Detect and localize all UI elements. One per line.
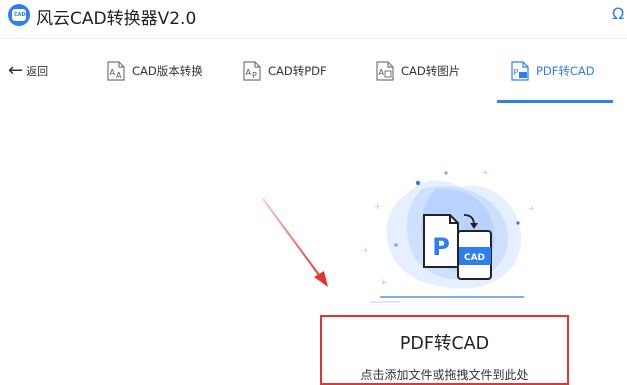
svg-text:A: A [110,68,116,77]
back-button[interactable]: ← 返回 [8,61,48,81]
drop-zone-hint: 点击添加文件或拖拽文件到此处 [360,368,529,382]
svg-text:+: + [380,278,388,288]
title-bar: CAD 风云CAD转换器V2.0 Ω [0,0,627,36]
svg-text:A: A [246,68,252,77]
svg-text:+: + [362,246,369,255]
tab-pdf-to-cad[interactable]: P PDF转CAD [510,59,595,83]
pdf-to-cad-illustration: + + + + + CAD P [362,168,535,303]
tab-cad-to-pdf[interactable]: A P CAD转PDF [242,59,327,83]
cad-version-icon: A A [107,61,125,81]
app-logo: CAD [8,4,30,26]
tab-cad-version-label: CAD版本转换 [132,64,203,78]
svg-text:P: P [252,71,257,80]
main-content: + + + + + CAD P PDF转CAD 点击添加文件或拖拽文件到此处 [0,103,627,385]
back-arrow-icon: ← [8,60,24,81]
tab-cad-to-image[interactable]: A CAD转图片 [375,59,460,83]
tab-cad-version[interactable]: A A CAD版本转换 [106,59,203,83]
tab-pdf-to-cad-label: PDF转CAD [536,64,595,78]
cad-to-image-icon: A [376,61,394,81]
svg-text:+: + [528,204,535,213]
illustration-pdf-letter: P [432,233,450,261]
svg-text:+: + [374,202,382,212]
tab-cad-to-image-label: CAD转图片 [401,64,461,78]
back-label: 返回 [26,65,49,78]
app-logo-text: CAD [14,12,26,18]
svg-text:P: P [514,68,519,77]
svg-text:+: + [482,168,489,177]
toolbar-nav: ← 返回 A A CAD版本转换 A P CAD转PDF A CAD转图片 P … [0,38,627,104]
app-title: 风云CAD转换器V2.0 [36,9,197,29]
tab-cad-to-pdf-label: CAD转PDF [268,64,327,78]
svg-text:A: A [116,71,122,80]
svg-text:A: A [379,68,385,77]
cad-to-pdf-icon: A P [243,61,261,81]
file-drop-zone[interactable]: PDF转CAD 点击添加文件或拖拽文件到此处 [320,315,569,385]
omega-icon[interactable]: Ω [612,4,624,23]
drop-zone-title: PDF转CAD [399,334,490,354]
illustration-cad-text: CAD [464,253,485,263]
pdf-to-cad-icon: P [511,61,529,81]
